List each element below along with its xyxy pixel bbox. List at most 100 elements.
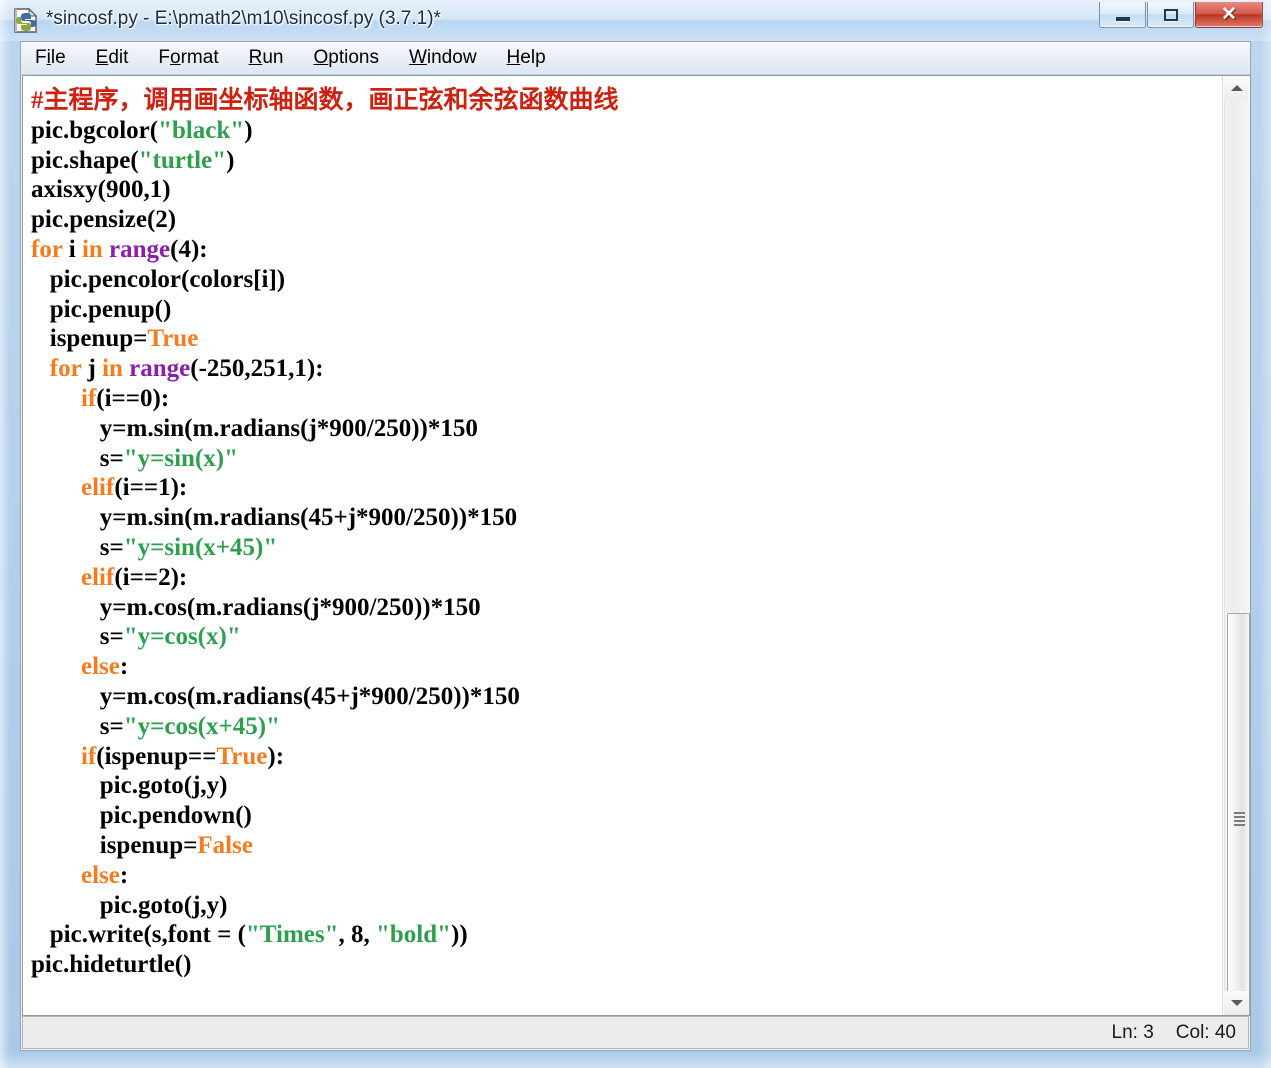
code-token-plain: pic.hideturtle() [31, 951, 192, 979]
title-bar[interactable]: *sincosf.py - E:\pmath2\m10\sincosf.py (… [0, 0, 1271, 41]
code-token-plain: axisxy(900,1) [31, 176, 171, 204]
code-token-string: "Times" [245, 921, 339, 949]
close-icon: ✕ [1221, 3, 1237, 25]
code-token-kw: False [197, 831, 253, 859]
code-token-string: "turtle" [138, 146, 227, 174]
code-token-plain: ): [267, 742, 285, 770]
code-token-plain: y=m.sin(m.radians(45+j*900/250))*150 [31, 504, 518, 532]
code-token-builtin: range [129, 355, 191, 383]
code-token-plain: pic.bgcolor( [31, 116, 159, 144]
chevron-up-icon [1230, 85, 1243, 91]
code-text[interactable]: #主程序，调用画坐标轴函数，画正弦和余弦函数曲线 pic.bgcolor("bla… [23, 76, 1222, 1015]
code-token-kw: else [81, 861, 120, 889]
menu-item-format[interactable]: Format [158, 47, 218, 69]
code-line: for i in range(4): [31, 235, 1222, 265]
menu-item-edit[interactable]: Edit [96, 47, 129, 69]
code-token-plain: (i==1): [114, 474, 188, 502]
code-line: pic.penup() [31, 295, 1222, 325]
code-line: pic.pensize(2) [31, 205, 1222, 235]
menu-item-file[interactable]: File [35, 47, 66, 69]
code-token-plain: : [119, 653, 129, 681]
code-line: y=m.cos(m.radians(j*900/250))*150 [31, 593, 1222, 623]
code-line: y=m.sin(m.radians(j*900/250))*150 [31, 414, 1222, 444]
code-line: s="y=cos(x+45)" [31, 712, 1222, 742]
code-token-plain: ispenup= [31, 325, 148, 353]
maximize-icon [1163, 8, 1178, 21]
menu-item-options[interactable]: Options [313, 47, 378, 69]
scrollbar-track[interactable] [1224, 100, 1250, 1015]
vertical-scrollbar[interactable] [1222, 76, 1250, 1015]
code-line: pic.shape("turtle") [31, 146, 1222, 176]
code-token-kw: for [49, 355, 82, 383]
code-line: pic.goto(j,y) [31, 771, 1222, 801]
status-bar: Ln: 3 Col: 40 [22, 1016, 1249, 1049]
window-client-area: File Edit Format Run Options Window Help #主程序，… [20, 41, 1251, 1051]
code-token-plain: , 8, [338, 921, 376, 949]
code-token-plain: (i==2): [114, 563, 188, 591]
scroll-up-button[interactable] [1224, 76, 1249, 100]
close-button[interactable]: ✕ [1195, 2, 1263, 28]
menu-item-window[interactable]: Window [409, 47, 477, 69]
code-token-builtin: range [109, 235, 171, 263]
code-token-plain: s= [31, 444, 124, 472]
code-line: ispenup=True [31, 324, 1222, 354]
code-token-plain: pic.goto(j,y) [31, 772, 228, 800]
code-token-plain: : [119, 861, 129, 889]
code-line: y=m.cos(m.radians(45+j*900/250))*150 [31, 682, 1222, 712]
code-token-plain: pic.shape( [31, 146, 139, 174]
code-token-plain: (-250,251,1): [190, 355, 324, 383]
menu-item-run[interactable]: Run [249, 47, 284, 69]
code-token-plain: ) [226, 146, 235, 174]
window-title: *sincosf.py - E:\pmath2\m10\sincosf.py (… [46, 8, 441, 29]
chevron-down-icon [1230, 1000, 1243, 1006]
editor-area[interactable]: #主程序，调用画坐标轴函数，画正弦和余弦函数曲线 pic.bgcolor("bla… [22, 75, 1251, 1016]
code-line: if(i==0): [31, 384, 1222, 414]
code-token-plain: (ispenup== [96, 742, 217, 770]
minimize-icon [1115, 16, 1130, 21]
code-token-plain: j [81, 355, 103, 383]
scroll-down-button[interactable] [1224, 991, 1249, 1015]
minimize-button[interactable] [1099, 2, 1146, 28]
code-line: pic.hideturtle() [31, 950, 1222, 980]
code-token-string: "y=cos(x)" [123, 623, 241, 651]
code-line: axisxy(900,1) [31, 175, 1222, 205]
code-token-string: "bold" [375, 921, 451, 949]
code-token-plain: )) [451, 921, 468, 949]
code-token-kw: else [81, 653, 120, 681]
menu-bar: File Edit Format Run Options Window Help [21, 42, 1250, 75]
code-token-kw: if [81, 742, 97, 770]
maximize-button[interactable] [1147, 2, 1194, 28]
code-token-kw: for [31, 235, 63, 263]
code-token-string: "black" [158, 116, 245, 144]
code-line: #主程序，调用画坐标轴函数，画正弦和余弦函数曲线 [31, 86, 1222, 116]
code-line: pic.goto(j,y) [31, 891, 1222, 921]
scrollbar-grip-icon [1234, 812, 1245, 826]
code-line: pic.pencolor(colors[i]) [31, 265, 1222, 295]
menu-item-help[interactable]: Help [507, 47, 546, 69]
scrollbar-thumb[interactable] [1227, 613, 1250, 1015]
code-line: s="y=sin(x+45)" [31, 533, 1222, 563]
code-token-plain: s= [31, 533, 124, 561]
window-controls: ✕ [1098, 2, 1263, 30]
code-token-comment: #主程序，调用画坐标轴函数，画正弦和余弦函数曲线 [31, 87, 619, 114]
code-token-plain: pic.pencolor(colors[i]) [31, 265, 286, 293]
code-token-plain: pic.pendown() [31, 802, 252, 830]
code-token-kw: elif [81, 563, 115, 591]
code-token-plain: s= [31, 623, 124, 651]
code-token-kw: True [147, 325, 199, 353]
code-line: elif(i==1): [31, 473, 1222, 503]
code-token-plain: y=m.sin(m.radians(j*900/250))*150 [31, 414, 478, 442]
code-line: ispenup=False [31, 831, 1222, 861]
code-line: pic.write(s,font = ("Times", 8, "bold")) [31, 920, 1222, 950]
code-token-plain: pic.goto(j,y) [31, 891, 228, 919]
code-line: elif(i==2): [31, 563, 1222, 593]
code-token-kw: elif [81, 474, 115, 502]
code-token-plain: pic.penup() [31, 295, 172, 323]
code-token-plain: s= [31, 712, 124, 740]
code-token-string: "y=sin(x)" [123, 444, 238, 472]
